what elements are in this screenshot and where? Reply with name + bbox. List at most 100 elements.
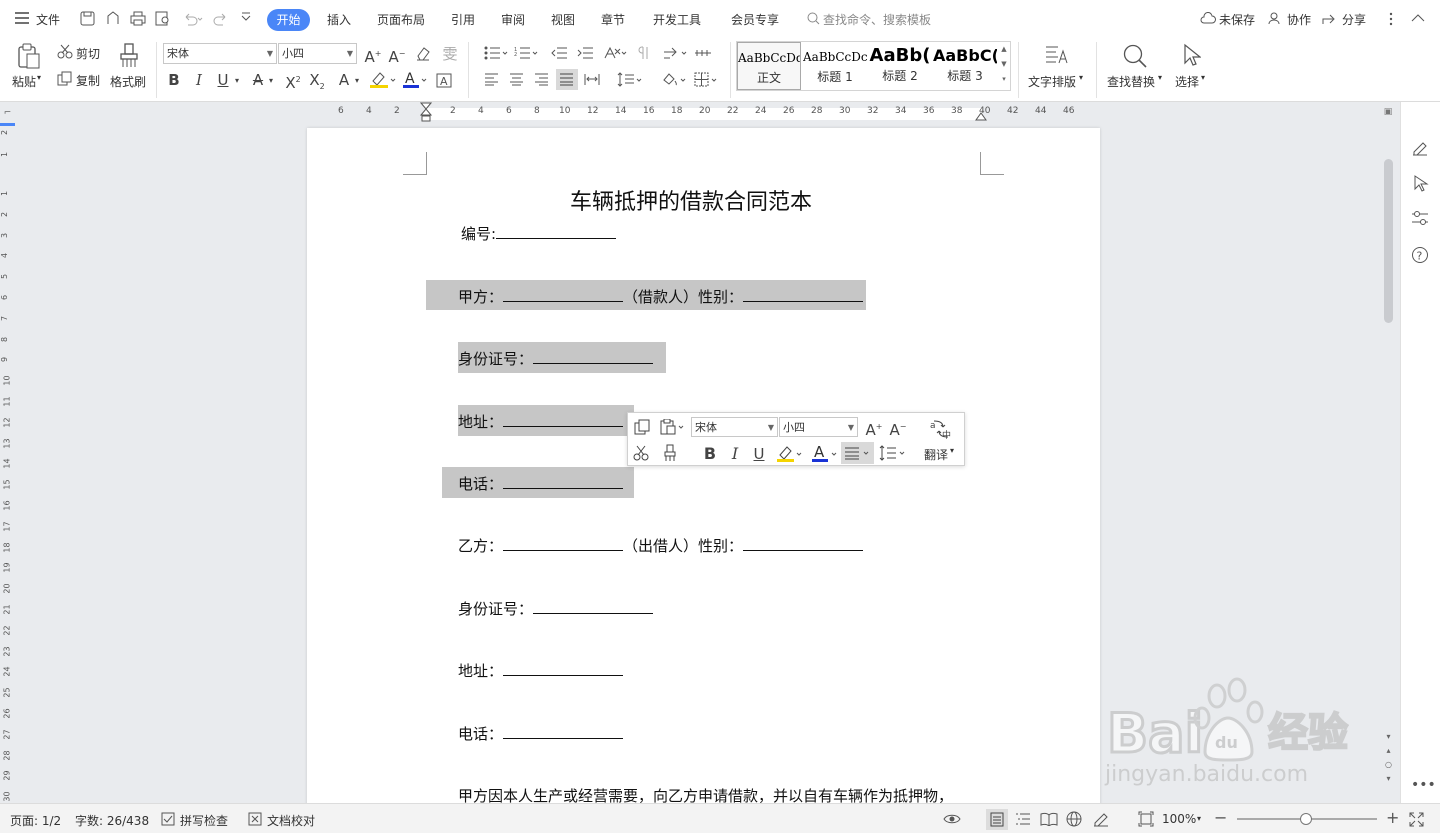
- mini-justify-icon[interactable]: [841, 442, 874, 464]
- mini-underline-icon[interactable]: U: [750, 445, 768, 463]
- page-indicator[interactable]: 页面: 1/2: [10, 812, 61, 829]
- tab-view[interactable]: 视图: [551, 11, 575, 28]
- number-line[interactable]: 编号:: [461, 223, 617, 244]
- more-horizontal-icon[interactable]: •••: [1411, 777, 1436, 793]
- scrollbar-thumb[interactable]: [1384, 159, 1393, 323]
- borders-icon[interactable]: [694, 72, 722, 87]
- tab-developer[interactable]: 开发工具: [653, 11, 701, 28]
- tab-references[interactable]: 引用: [451, 11, 475, 28]
- cursor-icon[interactable]: [1411, 174, 1429, 192]
- redo-icon[interactable]: [213, 11, 229, 26]
- paste-button[interactable]: 粘贴: [12, 73, 36, 90]
- ruler-corner-icon[interactable]: ⌐: [0, 108, 15, 118]
- mini-format-painter-icon[interactable]: [663, 444, 677, 462]
- command-search-input[interactable]: 查找命令、搜索模板: [823, 11, 931, 28]
- save-icon[interactable]: [80, 11, 95, 26]
- party-a-id-line[interactable]: 身份证号：: [458, 348, 654, 369]
- style-heading1[interactable]: AaBbCcDc 标题 1: [803, 42, 867, 90]
- bold-icon[interactable]: B: [165, 71, 183, 89]
- chinese-layout-icon[interactable]: [603, 46, 629, 60]
- style-heading3[interactable]: AaBbC( 标题 3: [933, 42, 997, 90]
- fit-page-icon[interactable]: [1138, 811, 1154, 827]
- text-layout-button[interactable]: 文字排版: [1028, 73, 1076, 90]
- tab-page-layout[interactable]: 页面布局: [377, 11, 425, 28]
- font-name-select[interactable]: 宋体 ▼: [163, 43, 277, 64]
- font-color-icon[interactable]: A: [402, 71, 430, 89]
- party-b-phone-line[interactable]: 电话：: [458, 723, 624, 744]
- italic-icon[interactable]: I: [190, 71, 208, 89]
- zoom-level[interactable]: 100%: [1162, 812, 1196, 826]
- file-menu[interactable]: 文件: [36, 11, 60, 28]
- output-icon[interactable]: [105, 11, 120, 26]
- party-b-id-line[interactable]: 身份证号：: [458, 598, 654, 619]
- tab-home[interactable]: 开始: [267, 9, 310, 31]
- align-right-icon[interactable]: [534, 73, 549, 86]
- spell-check-button[interactable]: 拼写检查: [180, 812, 228, 829]
- mini-font-color-icon[interactable]: A: [811, 444, 839, 463]
- mini-shrink-font-icon[interactable]: A−: [889, 418, 907, 439]
- mini-bold-icon[interactable]: B: [701, 445, 719, 463]
- more-vertical-icon[interactable]: [1388, 12, 1394, 26]
- unsaved-status[interactable]: 未保存: [1219, 11, 1255, 28]
- find-replace-icon[interactable]: [1122, 43, 1148, 69]
- select-dropdown-icon[interactable]: ▾: [1201, 73, 1205, 82]
- find-replace-dropdown-icon[interactable]: ▾: [1158, 73, 1162, 82]
- zoom-out-icon[interactable]: −: [1214, 808, 1227, 827]
- read-mode-icon[interactable]: [1040, 812, 1058, 826]
- superscript-icon[interactable]: X2: [283, 71, 303, 92]
- share-button[interactable]: 分享: [1342, 11, 1366, 28]
- text-effect-dropdown-icon[interactable]: ▾: [352, 72, 362, 90]
- vertical-scrollbar[interactable]: ▣ ▾ ▴ ○ ▾: [1381, 102, 1396, 803]
- strikethrough-dropdown-icon[interactable]: ▾: [266, 72, 276, 90]
- party-a-phone-line[interactable]: 电话：: [458, 473, 624, 494]
- mini-font-size-select[interactable]: 小四 ▼: [779, 417, 858, 437]
- show-marks-icon[interactable]: [637, 46, 651, 60]
- shading-icon[interactable]: [661, 72, 689, 87]
- doc-proof-button[interactable]: 文档校对: [267, 812, 315, 829]
- mini-font-name-select[interactable]: 宋体 ▼: [691, 417, 778, 437]
- increase-indent-icon[interactable]: [577, 46, 593, 60]
- bullets-icon[interactable]: [484, 46, 510, 60]
- clear-format-icon[interactable]: [415, 46, 431, 61]
- more-chevron-icon[interactable]: [240, 12, 252, 24]
- translate-button[interactable]: 翻译: [924, 446, 948, 463]
- menu-icon[interactable]: [14, 11, 30, 25]
- party-a-address-line[interactable]: 地址：: [458, 411, 624, 432]
- tab-section[interactable]: 章节: [601, 11, 625, 28]
- align-left-icon[interactable]: [484, 73, 499, 86]
- mini-line-spacing-icon[interactable]: [879, 445, 907, 461]
- highlight-icon[interactable]: [369, 71, 397, 89]
- translate-icon[interactable]: a中: [929, 419, 953, 439]
- find-replace-button[interactable]: 查找替换: [1107, 73, 1155, 90]
- copy-button[interactable]: 复制: [76, 72, 100, 89]
- mini-cut-icon[interactable]: [633, 445, 649, 461]
- web-view-icon[interactable]: [1066, 811, 1082, 827]
- tab-insert[interactable]: 插入: [327, 11, 351, 28]
- subscript-icon[interactable]: X2: [307, 71, 327, 96]
- numbering-icon[interactable]: 12: [514, 46, 540, 60]
- document-page[interactable]: 车辆抵押的借款合同范本 编号: 甲方： （借款人）性别： 身份证号： 地址： 电话…: [307, 128, 1100, 808]
- underline-dropdown-icon[interactable]: ▾: [232, 72, 242, 90]
- fullscreen-icon[interactable]: [1409, 812, 1424, 827]
- party-b-address-line[interactable]: 地址：: [458, 660, 624, 681]
- decrease-indent-icon[interactable]: [551, 46, 567, 60]
- select-button[interactable]: 选择: [1175, 73, 1199, 90]
- tab-stops-icon[interactable]: [694, 46, 712, 60]
- format-painter-button[interactable]: 格式刷: [110, 73, 146, 90]
- grow-font-icon[interactable]: A+: [364, 45, 382, 66]
- underline-icon[interactable]: U: [214, 71, 232, 89]
- document-title[interactable]: 车辆抵押的借款合同范本: [570, 184, 812, 216]
- word-count[interactable]: 字数: 26/438: [75, 812, 149, 829]
- paste-dropdown-icon[interactable]: ▾: [37, 73, 41, 82]
- copy-icon[interactable]: [634, 419, 650, 435]
- vertical-ruler[interactable]: 2 1 1 2 3 4 5 6 7 8 9 10 11 12 13 14 15 16 17 18 19 20 21 22 23 2…: [0, 123, 15, 803]
- right-indent-marker-icon[interactable]: [975, 108, 987, 122]
- print-icon[interactable]: [130, 11, 146, 26]
- collapse-ribbon-icon[interactable]: [1411, 13, 1425, 23]
- strikethrough-icon[interactable]: A: [249, 71, 267, 89]
- eye-protect-icon[interactable]: [943, 812, 961, 826]
- settings-sliders-icon[interactable]: [1411, 209, 1429, 227]
- zoom-dropdown-icon[interactable]: ▾: [1197, 814, 1201, 823]
- paragraph-mark-icon[interactable]: [663, 46, 689, 60]
- shrink-font-icon[interactable]: A−: [388, 45, 406, 66]
